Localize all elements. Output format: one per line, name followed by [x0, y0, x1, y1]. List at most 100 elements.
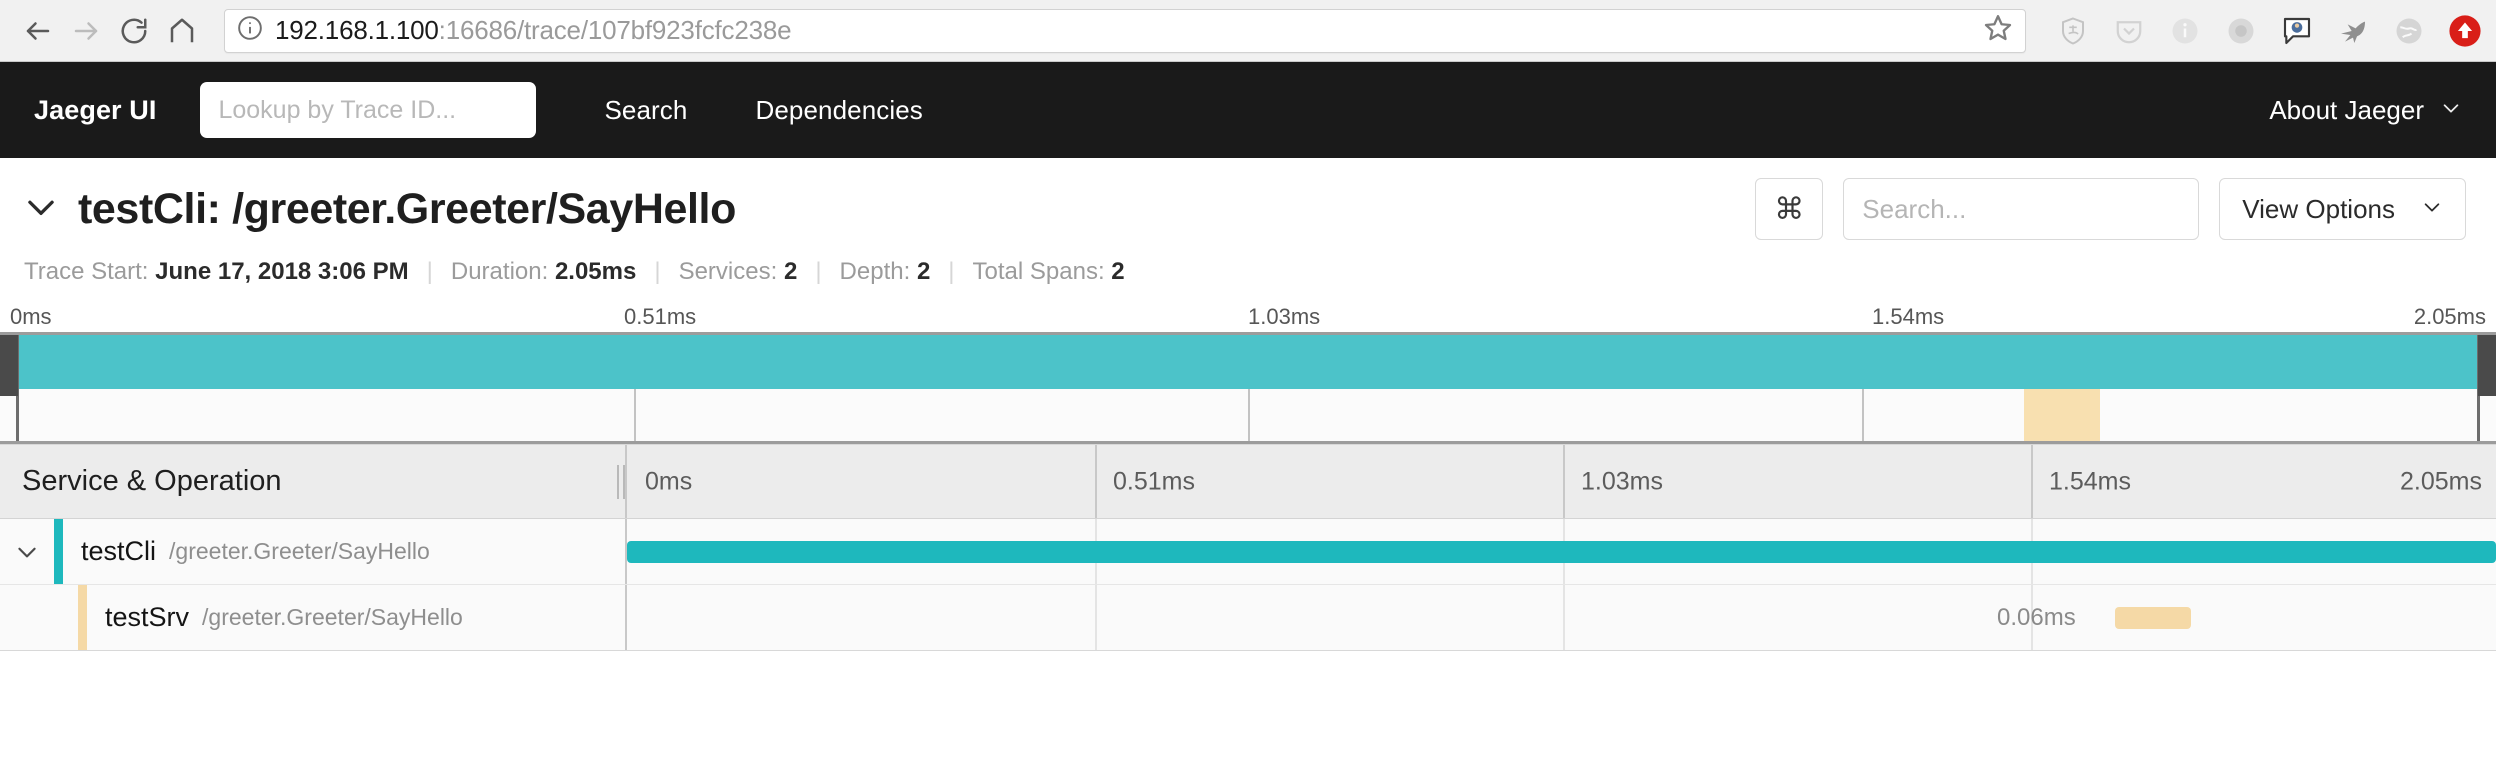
star-icon[interactable]: [1973, 13, 2013, 48]
extension-icons: [2038, 14, 2482, 48]
minimap-tick-0: 0ms: [10, 304, 52, 329]
pocket-icon[interactable]: [2112, 14, 2146, 48]
span-duration-bar: [627, 540, 2496, 563]
meta-total-spans: Total Spans: 2: [973, 258, 1125, 286]
info-circle-icon[interactable]: [237, 15, 263, 46]
chevron-down-icon[interactable]: [22, 188, 60, 231]
span-name-cell-testcli[interactable]: testCli /greeter.Greeter/SayHello: [0, 519, 625, 584]
chevron-down-icon: [2440, 97, 2462, 124]
column-resize-handle[interactable]: [617, 464, 625, 499]
minimap-tick-3: 1.54ms: [1872, 304, 1945, 329]
meta-services-label: Services:: [678, 258, 778, 285]
minimap-row-testsrv: [0, 389, 2496, 441]
minimap-tick-labels: 0ms 0.51ms 1.03ms 1.54ms 2.05ms: [0, 304, 2496, 332]
table-row[interactable]: testCli /greeter.Greeter/SayHello: [0, 519, 2496, 585]
table-row[interactable]: testSrv /greeter.Greeter/SayHello 0.06ms: [0, 585, 2496, 651]
view-options-label: View Options: [2242, 193, 2395, 224]
chevron-down-icon[interactable]: [0, 539, 54, 565]
column-header-service-operation: Service & Operation: [0, 445, 625, 518]
settings-circle-icon[interactable]: [2224, 14, 2258, 48]
url-host: 192.168.1.100: [275, 15, 439, 45]
meta-duration-value: 2.05ms: [554, 258, 637, 285]
minimap-body[interactable]: [0, 332, 2496, 444]
browser-toolbar: 192.168.1.100:16686/trace/107bf923fcfc23…: [0, 0, 2496, 62]
meta-divider: |: [815, 258, 822, 285]
url-path: :16686/trace/107bf923fcfc238e: [438, 15, 792, 45]
minimap-span-bar-testsrv: [2024, 389, 2100, 441]
back-button[interactable]: [14, 7, 62, 55]
minimap-tick-4: 2.05ms: [2413, 304, 2486, 329]
timeline-gridline: [1095, 585, 1097, 650]
reload-icon: [119, 16, 149, 46]
timeline-gridline: [1563, 585, 1565, 650]
search-placeholder: Search...: [1862, 193, 1967, 224]
home-button[interactable]: [158, 7, 206, 55]
meta-trace-start-value: June 17, 2018 3:06 PM: [155, 258, 409, 285]
timeline-gridline: [1095, 445, 1097, 518]
speech-bubble-avatar-icon[interactable]: [2280, 14, 2314, 48]
timeline-gridline: [2031, 445, 2033, 518]
trace-title-row: testCli: /greeter.Greeter/SayHello ⌘ Sea…: [22, 178, 2466, 240]
timeline-gridline: [1563, 445, 1565, 518]
minimap-row-testcli: [0, 335, 2496, 389]
span-service-name: testSrv: [105, 602, 190, 632]
forward-arrow-icon: [71, 16, 101, 46]
span-timeline-cell-testcli[interactable]: [625, 519, 2496, 584]
meta-divider: |: [654, 258, 661, 285]
minimap-tick-2: 1.03ms: [1248, 304, 1321, 329]
forward-button[interactable]: [62, 7, 110, 55]
address-bar[interactable]: 192.168.1.100:16686/trace/107bf923fcfc23…: [224, 8, 2026, 53]
column-header-label: Service & Operation: [22, 465, 282, 497]
span-table-header: Service & Operation 0ms 0.51ms 1.03ms 1.…: [0, 445, 2496, 519]
span-service-name: testCli: [81, 536, 157, 566]
timeline-tick-2: 1.03ms: [1581, 467, 1663, 495]
alipay-shield-icon[interactable]: [2056, 14, 2090, 48]
span-operation-name: /greeter.Greeter/SayHello: [202, 604, 463, 630]
home-icon: [167, 16, 197, 46]
view-options-button[interactable]: View Options: [2219, 178, 2466, 240]
reload-button[interactable]: [110, 7, 158, 55]
trace-minimap[interactable]: 0ms 0.51ms 1.03ms 1.54ms 2.05ms: [0, 304, 2496, 444]
info-icon[interactable]: [2168, 14, 2202, 48]
meta-divider: |: [426, 258, 433, 285]
span-operation-name: /greeter.Greeter/SayHello: [169, 538, 430, 564]
back-arrow-icon: [23, 16, 53, 46]
meta-duration-label: Duration:: [450, 258, 549, 285]
meta-trace-start-label: Trace Start:: [24, 258, 149, 285]
trace-id-lookup-input[interactable]: Lookup by Trace ID...: [200, 82, 537, 138]
trace-meta: Trace Start: June 17, 2018 3:06 PM | Dur…: [22, 258, 2466, 286]
page-title: testCli: /greeter.Greeter/SayHello: [78, 184, 736, 233]
minimap-drag-handle-left[interactable]: [0, 335, 18, 396]
trace-id-lookup-placeholder: Lookup by Trace ID...: [218, 95, 457, 124]
timeline-tick-1: 0.51ms: [1113, 467, 1195, 495]
meta-total-spans-value: 2: [1111, 258, 1125, 285]
about-jaeger-label: About Jaeger: [2269, 94, 2424, 125]
span-color-bar: [54, 519, 63, 584]
jaeger-brand[interactable]: Jaeger UI: [34, 95, 156, 126]
span-name-cell-testsrv[interactable]: testSrv /greeter.Greeter/SayHello: [0, 585, 625, 650]
meta-services: Services: 2: [679, 258, 798, 286]
span-color-bar: [78, 585, 87, 650]
span-timeline-cell-testsrv[interactable]: 0.06ms: [625, 585, 2496, 650]
meta-trace-start: Trace Start: June 17, 2018 3:06 PM: [24, 258, 409, 286]
minimap-tick-1: 0.51ms: [624, 304, 697, 329]
trace-header-controls: ⌘ Search... View Options: [1755, 178, 2466, 240]
search-input[interactable]: Search...: [1843, 178, 2200, 240]
upload-arrow-icon[interactable]: [2448, 14, 2482, 48]
span-duration-bar: [2115, 606, 2191, 629]
globe-icon[interactable]: [2392, 14, 2426, 48]
meta-depth: Depth: 2: [840, 258, 931, 286]
nav-link-dependencies[interactable]: Dependencies: [755, 95, 922, 126]
command-key-icon[interactable]: ⌘: [1755, 178, 1824, 240]
address-bar-text: 192.168.1.100:16686/trace/107bf923fcfc23…: [275, 15, 791, 46]
nav-link-search[interactable]: Search: [604, 95, 687, 126]
span-duration-label: 0.06ms: [1997, 603, 2076, 631]
about-jaeger-menu[interactable]: About Jaeger: [2269, 95, 2462, 126]
meta-depth-label: Depth:: [839, 258, 911, 285]
meta-depth-value: 2: [916, 258, 931, 285]
minimap-drag-handle-right[interactable]: [2478, 335, 2496, 396]
timeline-tick-0: 0ms: [645, 467, 693, 495]
minimap-span-bar-testcli: [18, 335, 2478, 389]
bird-icon[interactable]: [2336, 14, 2370, 48]
jaeger-navbar: Jaeger UI Lookup by Trace ID... Search D…: [0, 62, 2496, 158]
